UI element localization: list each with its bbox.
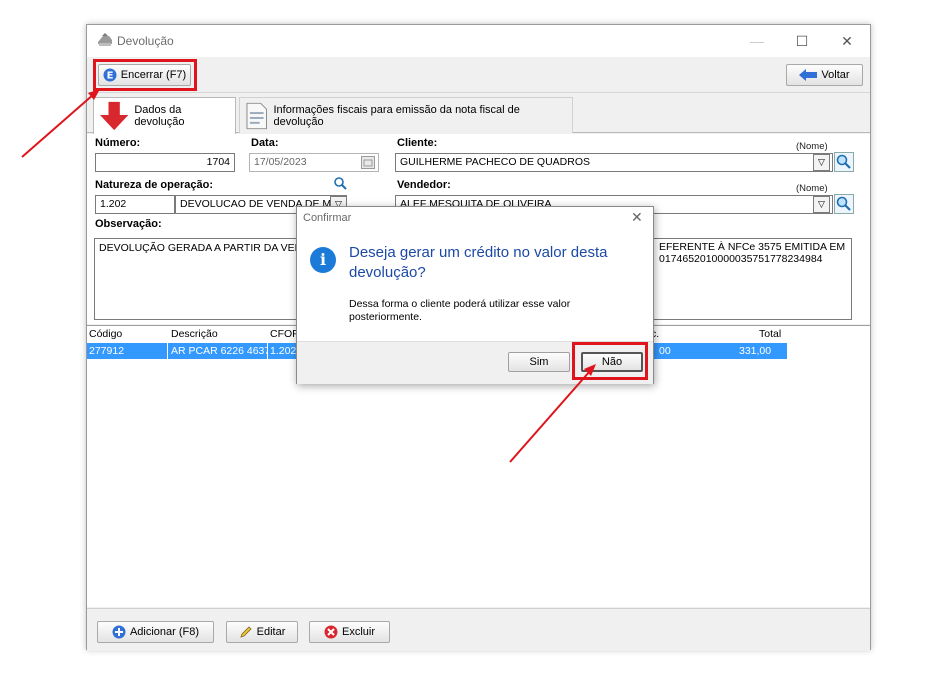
annotation-arrows xyxy=(21,89,596,463)
annotation-arrow-nao xyxy=(509,364,596,463)
annotation-arrow-encerrar xyxy=(21,89,100,158)
